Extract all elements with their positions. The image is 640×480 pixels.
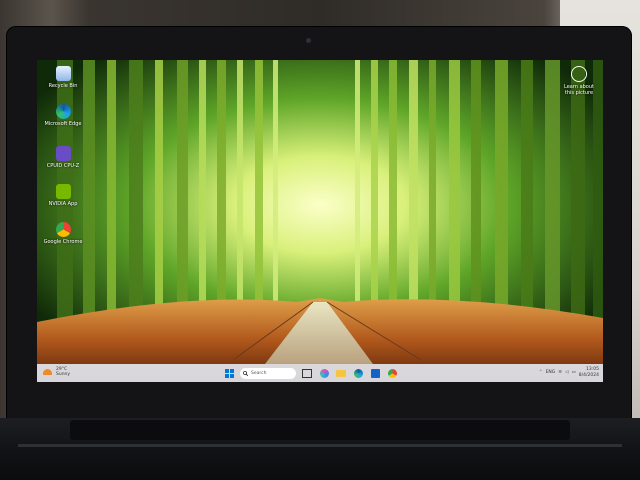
- bamboo-stalk: [273, 60, 278, 330]
- bamboo-stalk: [495, 60, 508, 330]
- spotlight-icon: [571, 66, 587, 82]
- bamboo-stalk: [371, 60, 378, 330]
- volume-icon[interactable]: ◁: [565, 370, 568, 375]
- edge-icon: [353, 368, 363, 378]
- bamboo-stalk: [355, 60, 360, 330]
- taskbar-center: Search: [223, 367, 398, 379]
- start-button[interactable]: [223, 367, 235, 379]
- chrome-icon: [387, 368, 397, 378]
- laptop-hinge: [70, 420, 570, 440]
- wifi-icon[interactable]: ≋: [558, 370, 562, 375]
- copilot-button[interactable]: [318, 367, 330, 379]
- bamboo-stalk: [571, 60, 585, 330]
- clock[interactable]: 13:05 8/4/2024: [579, 367, 599, 378]
- chrome-taskbar-button[interactable]: [386, 367, 398, 379]
- desktop-screen: Recycle Bin Microsoft Edge CPUID CPU-Z N…: [37, 60, 603, 382]
- bamboo-stalk: [255, 60, 263, 330]
- bamboo-stalk: [199, 60, 206, 330]
- desktop-icon-label: Google Chrome: [43, 239, 83, 245]
- edge-taskbar-button[interactable]: [352, 367, 364, 379]
- start-icon: [224, 368, 234, 378]
- recycle-bin-icon: [55, 66, 71, 81]
- desktop-icon-nvidia[interactable]: NVIDIA App: [41, 184, 85, 207]
- learn-about-picture[interactable]: Learn about this picture: [561, 66, 597, 96]
- bamboo-stalk: [107, 60, 116, 330]
- copilot-icon: [319, 368, 329, 378]
- bamboo-stalk: [217, 60, 226, 330]
- bamboo-stalk: [237, 60, 243, 330]
- sun-icon: [43, 369, 52, 375]
- desktop-icon-cpuz[interactable]: CPUID CPU-Z: [41, 146, 85, 169]
- bamboo-stalk: [449, 60, 460, 330]
- task-view-icon: [302, 368, 312, 378]
- desktop-icon-recycle-bin[interactable]: Recycle Bin: [41, 66, 85, 89]
- store-button[interactable]: [369, 367, 381, 379]
- chrome-icon: [55, 222, 71, 237]
- bamboo-stalk: [471, 60, 481, 330]
- bamboo-stalk: [177, 60, 188, 330]
- deck-edge: [18, 444, 622, 447]
- taskbar-search[interactable]: Search: [240, 367, 296, 379]
- task-view-button[interactable]: [301, 367, 313, 379]
- desktop-icon-edge[interactable]: Microsoft Edge: [41, 104, 85, 127]
- nvidia-icon: [55, 184, 71, 199]
- cpuz-icon: [55, 146, 71, 161]
- bamboo-stalk: [155, 60, 163, 330]
- bamboo-stalk: [545, 60, 560, 330]
- battery-icon[interactable]: ▭: [572, 370, 576, 375]
- learn-about-picture-label: Learn about this picture: [564, 84, 594, 96]
- weather-widget[interactable]: 29°C Sunny: [43, 367, 70, 377]
- desktop-icon-chrome[interactable]: Google Chrome: [41, 222, 85, 245]
- desktop-icon-label: Microsoft Edge: [44, 121, 82, 127]
- search-icon: [243, 370, 248, 376]
- search-placeholder: Search: [251, 370, 267, 376]
- system-tray: ⌃ ENG ≋ ◁ ▭ 13:05 8/4/2024: [539, 367, 599, 378]
- clock-date: 8/4/2024: [578, 372, 599, 378]
- language-indicator[interactable]: ENG: [546, 370, 556, 375]
- bamboo-stalk: [129, 60, 143, 330]
- weather-condition: Sunny: [56, 372, 71, 377]
- edge-icon: [55, 104, 71, 119]
- bamboo-stalk: [389, 60, 397, 330]
- desktop-icon-label: CPUID CPU-Z: [46, 163, 80, 169]
- desktop-wallpaper: [37, 60, 603, 382]
- webcam: [306, 38, 311, 43]
- bamboo-stalk: [593, 60, 603, 330]
- file-explorer-icon: [336, 369, 346, 377]
- bamboo-stalk: [429, 60, 436, 330]
- file-explorer-button[interactable]: [335, 367, 347, 379]
- desktop-icon-label: NVIDIA App: [48, 201, 78, 207]
- store-icon: [370, 368, 380, 378]
- chevron-up-icon[interactable]: ⌃: [539, 370, 543, 375]
- bamboo-stalk: [521, 60, 533, 330]
- bamboo-stalk: [409, 60, 418, 330]
- taskbar: 29°C Sunny Search ⌃ ENG ≋ ◁ ▭ 13:05 8/4/…: [37, 364, 603, 382]
- desktop-icon-label: Recycle Bin: [48, 83, 78, 89]
